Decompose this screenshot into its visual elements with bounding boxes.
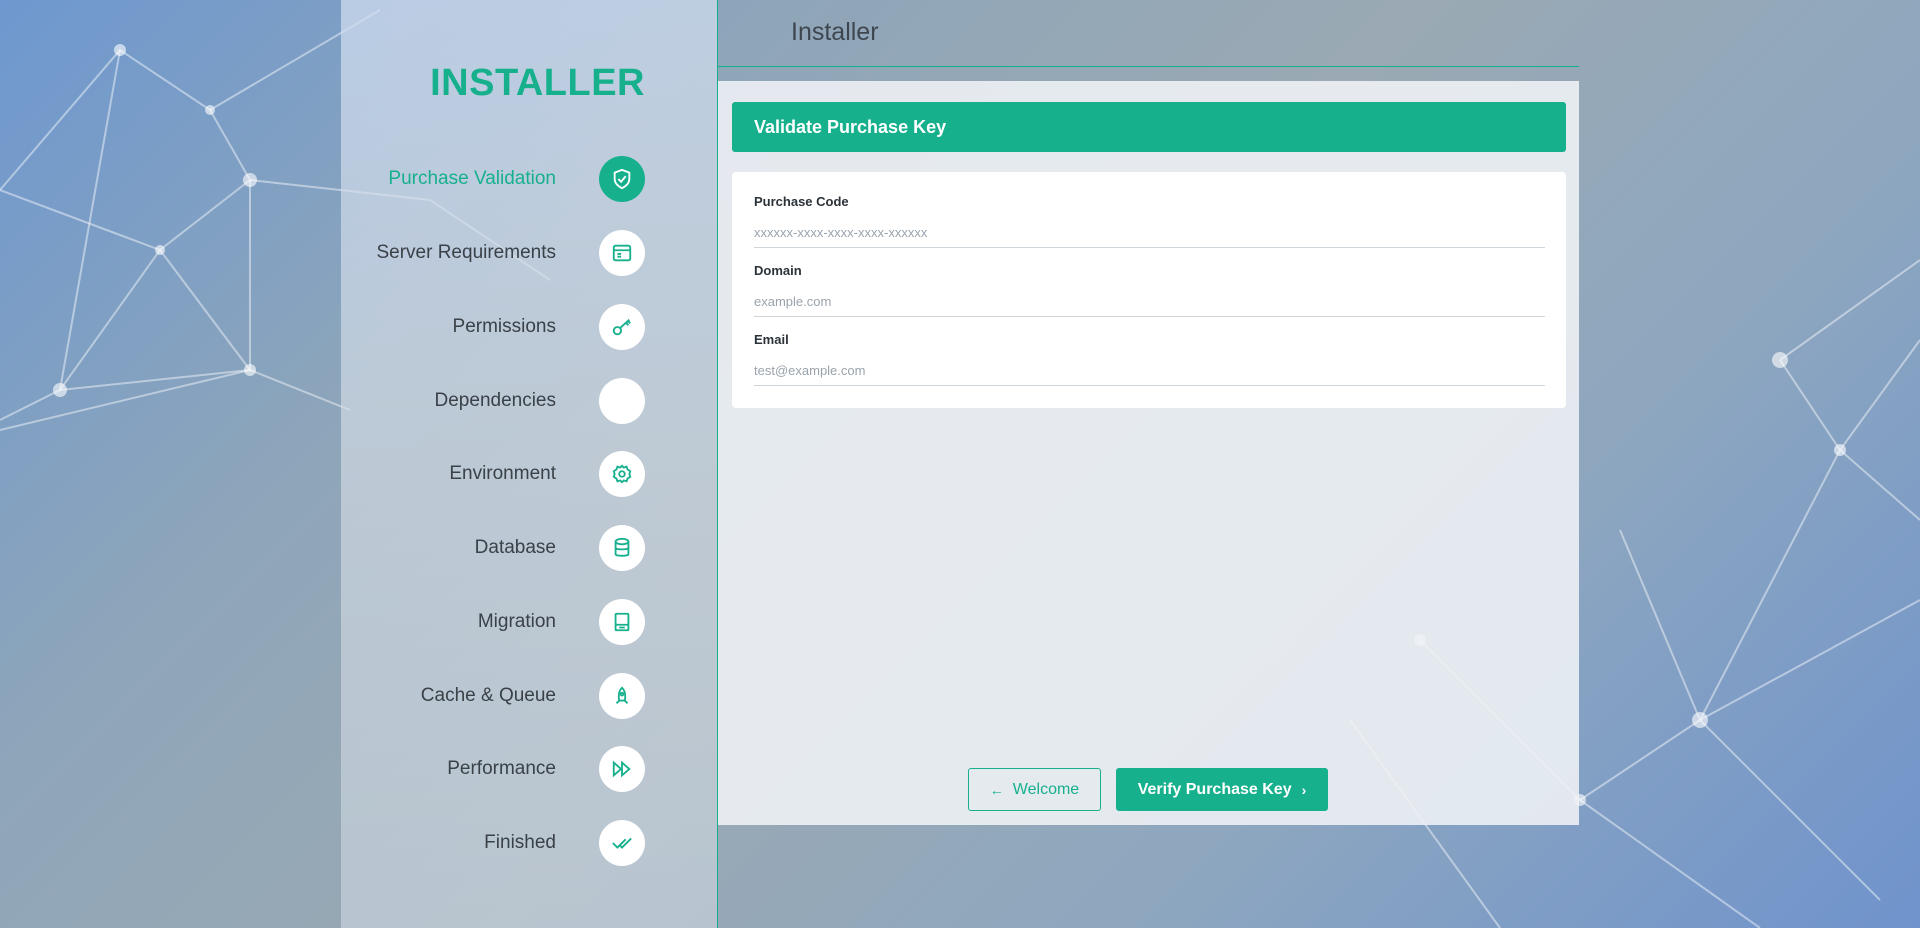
installer-brand: INSTALLER <box>430 62 645 104</box>
verify-button-label: Verify Purchase Key <box>1137 780 1292 798</box>
top-header: Installer <box>718 0 1579 67</box>
step-label: Finished <box>484 832 556 853</box>
arrow-left-icon: ← <box>989 781 1004 798</box>
panel-heading: Validate Purchase Key <box>732 102 1566 152</box>
purchase-form: Purchase Code Domain Email <box>732 172 1566 408</box>
step-database[interactable]: Database <box>315 525 645 571</box>
chevron-right-icon: › <box>1301 781 1307 798</box>
step-finished[interactable]: Finished <box>315 820 645 866</box>
email-label: Email <box>754 332 789 347</box>
double-check-icon <box>599 820 645 866</box>
step-label: Permissions <box>452 316 556 337</box>
drive-icon <box>599 599 645 645</box>
step-purchase-validation[interactable]: Purchase Validation <box>315 156 645 202</box>
step-server-requirements[interactable]: Server Requirements <box>315 230 645 276</box>
gear-icon <box>599 451 645 497</box>
step-performance[interactable]: Performance <box>315 746 645 792</box>
step-environment[interactable]: Environment <box>315 451 645 497</box>
purchase-code-field-group: Purchase Code <box>754 193 1545 248</box>
step-cache-queue[interactable]: Cache & Queue <box>315 673 645 719</box>
step-dependencies[interactable]: Dependencies <box>315 378 645 424</box>
domain-label: Domain <box>754 263 802 278</box>
key-icon <box>599 304 645 350</box>
purchase-code-label: Purchase Code <box>754 194 849 209</box>
rocket-icon <box>599 673 645 719</box>
browser-window-icon <box>599 230 645 276</box>
page-title: Installer <box>791 18 879 46</box>
welcome-back-button[interactable]: ← Welcome <box>968 768 1101 811</box>
step-label: Environment <box>449 463 556 484</box>
main-panel: Validate Purchase Key Purchase Code Doma… <box>718 81 1579 825</box>
email-input[interactable] <box>754 356 1545 386</box>
blank-icon <box>599 378 645 424</box>
purchase-code-input[interactable] <box>754 218 1545 248</box>
step-label: Dependencies <box>434 390 556 411</box>
step-label: Migration <box>477 611 556 632</box>
email-field-group: Email <box>754 331 1545 386</box>
step-migration[interactable]: Migration <box>315 599 645 645</box>
verify-purchase-key-button[interactable]: Verify Purchase Key › <box>1116 768 1328 811</box>
installer-sidebar: INSTALLER Purchase Validation Server Req… <box>341 0 718 928</box>
step-label: Cache & Queue <box>420 685 556 706</box>
step-label: Purchase Validation <box>388 168 556 189</box>
shield-check-icon <box>599 156 645 202</box>
step-label: Server Requirements <box>376 242 556 263</box>
database-icon <box>599 525 645 571</box>
domain-field-group: Domain <box>754 262 1545 317</box>
step-permissions[interactable]: Permissions <box>315 304 645 350</box>
step-label: Performance <box>447 758 556 779</box>
fast-forward-icon <box>599 746 645 792</box>
step-label: Database <box>474 537 556 558</box>
domain-input[interactable] <box>754 287 1545 317</box>
welcome-button-label: Welcome <box>1012 780 1080 798</box>
